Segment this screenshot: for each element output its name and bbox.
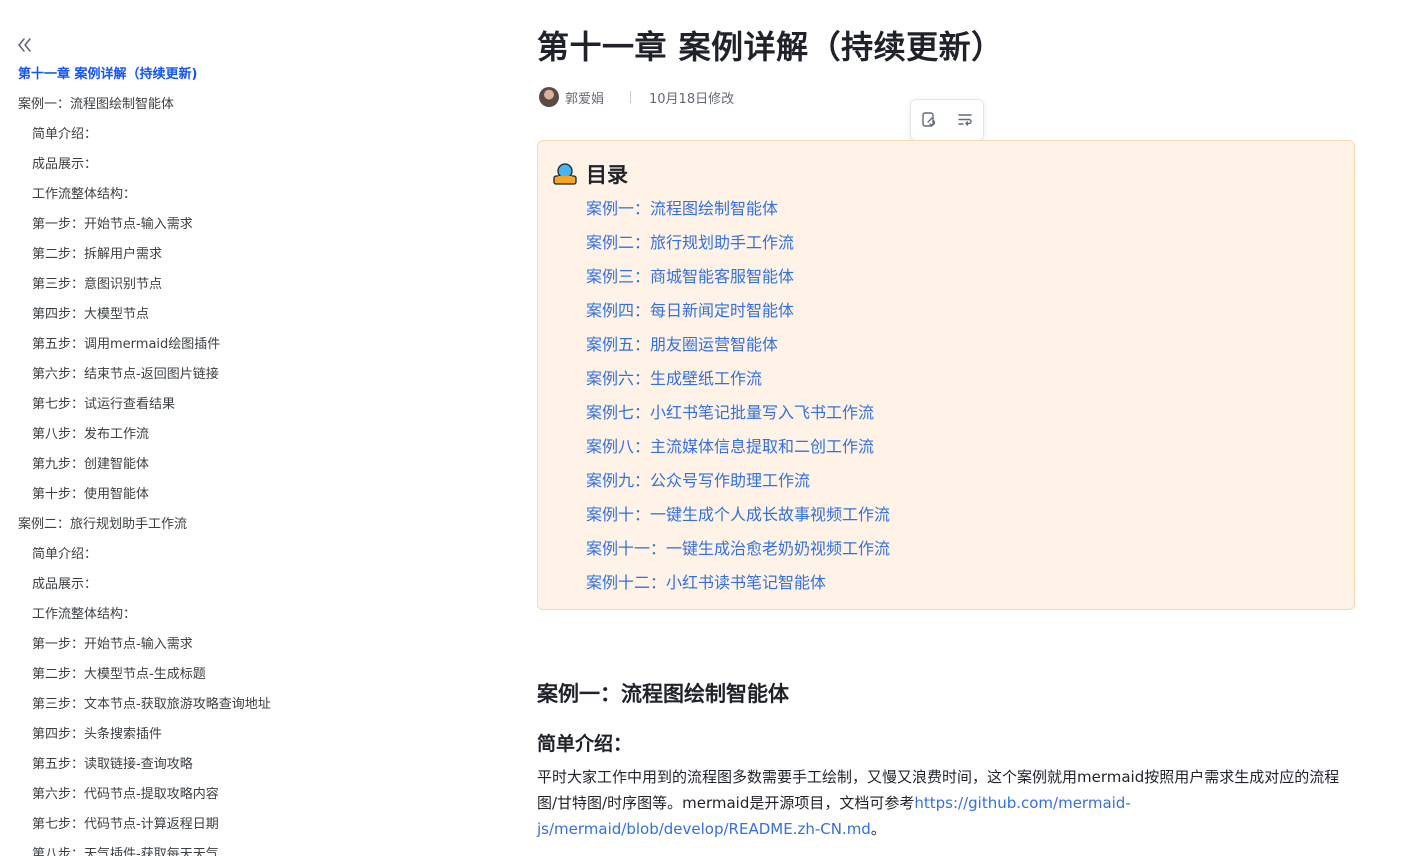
sidebar-item[interactable]: 第七步：试运行查看结果 — [0, 393, 330, 423]
section-subheading: 简单介绍： — [537, 733, 633, 755]
sidebar-item[interactable]: 第一步：开始节点-输入需求 — [0, 213, 330, 243]
sidebar-item[interactable]: 第一步：开始节点-输入需求 — [0, 633, 330, 663]
sidebar-item[interactable]: 第十一章 案例详解（持续更新) — [0, 63, 330, 93]
toc-link[interactable]: 案例二：旅行规划助手工作流 — [586, 231, 890, 265]
sidebar-item[interactable]: 工作流整体结构： — [0, 183, 330, 213]
sidebar-item[interactable]: 成品展示： — [0, 153, 330, 183]
sidebar-item[interactable]: 第四步：大模型节点 — [0, 303, 330, 333]
sidebar: 第十一章 案例详解（持续更新) 案例一：流程图绘制智能体 简单介绍： 成品展示： 工作流… — [0, 0, 330, 856]
person-badge-icon — [552, 161, 578, 187]
toc-link[interactable]: 案例六：生成壁纸工作流 — [586, 367, 890, 401]
floating-toolbar — [910, 99, 984, 141]
sidebar-item[interactable]: 第十步：使用智能体 — [0, 483, 330, 513]
toc-link[interactable]: 案例八：主流媒体信息提取和二创工作流 — [586, 435, 890, 469]
sidebar-item[interactable]: 第二步：大模型节点-生成标题 — [0, 663, 330, 693]
toc-link[interactable]: 案例十：一键生成个人成长故事视频工作流 — [586, 503, 890, 537]
sidebar-item[interactable]: 第三步：意图识别节点 — [0, 273, 330, 303]
link-copy-icon[interactable] — [918, 109, 940, 131]
intro-paragraph: 平时大家工作中用到的流程图多数需要手工绘制，又慢又浪费时间，这个案例就用merm… — [537, 764, 1357, 842]
sidebar-item[interactable]: 第八步：发布工作流 — [0, 423, 330, 453]
toc-link[interactable]: 案例七：小红书笔记批量写入飞书工作流 — [586, 401, 890, 435]
sidebar-item[interactable]: 第二步：拆解用户需求 — [0, 243, 330, 273]
text-wrap-icon[interactable] — [954, 109, 976, 131]
sidebar-outline: 第十一章 案例详解（持续更新) 案例一：流程图绘制智能体 简单介绍： 成品展示： 工作流… — [0, 63, 330, 856]
doc-meta: 郭爱娟 10月18日修改 — [539, 86, 734, 108]
toc-link[interactable]: 案例十二：小红书读书笔记智能体 — [586, 571, 890, 605]
avatar[interactable] — [539, 87, 559, 107]
toc-link[interactable]: 案例一：流程图绘制智能体 — [586, 197, 890, 231]
sidebar-item[interactable]: 第六步：结束节点-返回图片链接 — [0, 363, 330, 393]
toc-link[interactable]: 案例四：每日新闻定时智能体 — [586, 299, 890, 333]
toc-link[interactable]: 案例五：朋友圈运营智能体 — [586, 333, 890, 367]
modified-time: 10月18日修改 — [649, 91, 735, 107]
sidebar-item[interactable]: 第六步：代码节点-提取攻略内容 — [0, 783, 330, 813]
author-name[interactable]: 郭爱娟 — [565, 88, 604, 107]
toc-link[interactable]: 案例九：公众号写作助理工作流 — [586, 469, 890, 503]
sidebar-item[interactable]: 案例二：旅行规划助手工作流 — [0, 513, 330, 543]
sidebar-item[interactable]: 第三步：文本节点-获取旅游攻略查询地址 — [0, 693, 330, 723]
page-title: 第十一章 案例详解（持续更新） — [537, 28, 1004, 66]
toc-link-list: 案例一：流程图绘制智能体 案例二：旅行规划助手工作流 案例三：商城智能客服智能体 案例… — [586, 197, 890, 605]
toc-link[interactable]: 案例十一：一键生成治愈老奶奶视频工作流 — [586, 537, 890, 571]
sidebar-item[interactable]: 案例一：流程图绘制智能体 — [0, 93, 330, 123]
toc-link[interactable]: 案例三：商城智能客服智能体 — [586, 265, 890, 299]
collapse-sidebar-icon[interactable] — [14, 34, 36, 56]
toc-title: 目录 — [586, 163, 628, 187]
sidebar-item[interactable]: 第八步：天气插件-获取每天天气 — [0, 843, 330, 856]
sidebar-item[interactable]: 第四步：头条搜索插件 — [0, 723, 330, 753]
sidebar-item[interactable]: 第九步：创建智能体 — [0, 453, 330, 483]
sidebar-item[interactable]: 第五步：调用mermaid绘图插件 — [0, 333, 330, 363]
sidebar-item[interactable]: 成品展示： — [0, 573, 330, 603]
sidebar-item[interactable]: 简单介绍： — [0, 123, 330, 153]
section-heading: 案例一：流程图绘制智能体 — [537, 682, 789, 706]
sidebar-item[interactable]: 第七步：代码节点-计算返程日期 — [0, 813, 330, 843]
sidebar-item[interactable]: 简单介绍： — [0, 543, 330, 573]
intro-end: 。 — [870, 820, 886, 838]
meta-divider — [630, 91, 632, 103]
toc-callout: 目录 案例一：流程图绘制智能体 案例二：旅行规划助手工作流 案例三：商城智能客服智能… — [537, 140, 1355, 610]
sidebar-item[interactable]: 工作流整体结构： — [0, 603, 330, 633]
sidebar-item[interactable]: 第五步：读取链接-查询攻略 — [0, 753, 330, 783]
